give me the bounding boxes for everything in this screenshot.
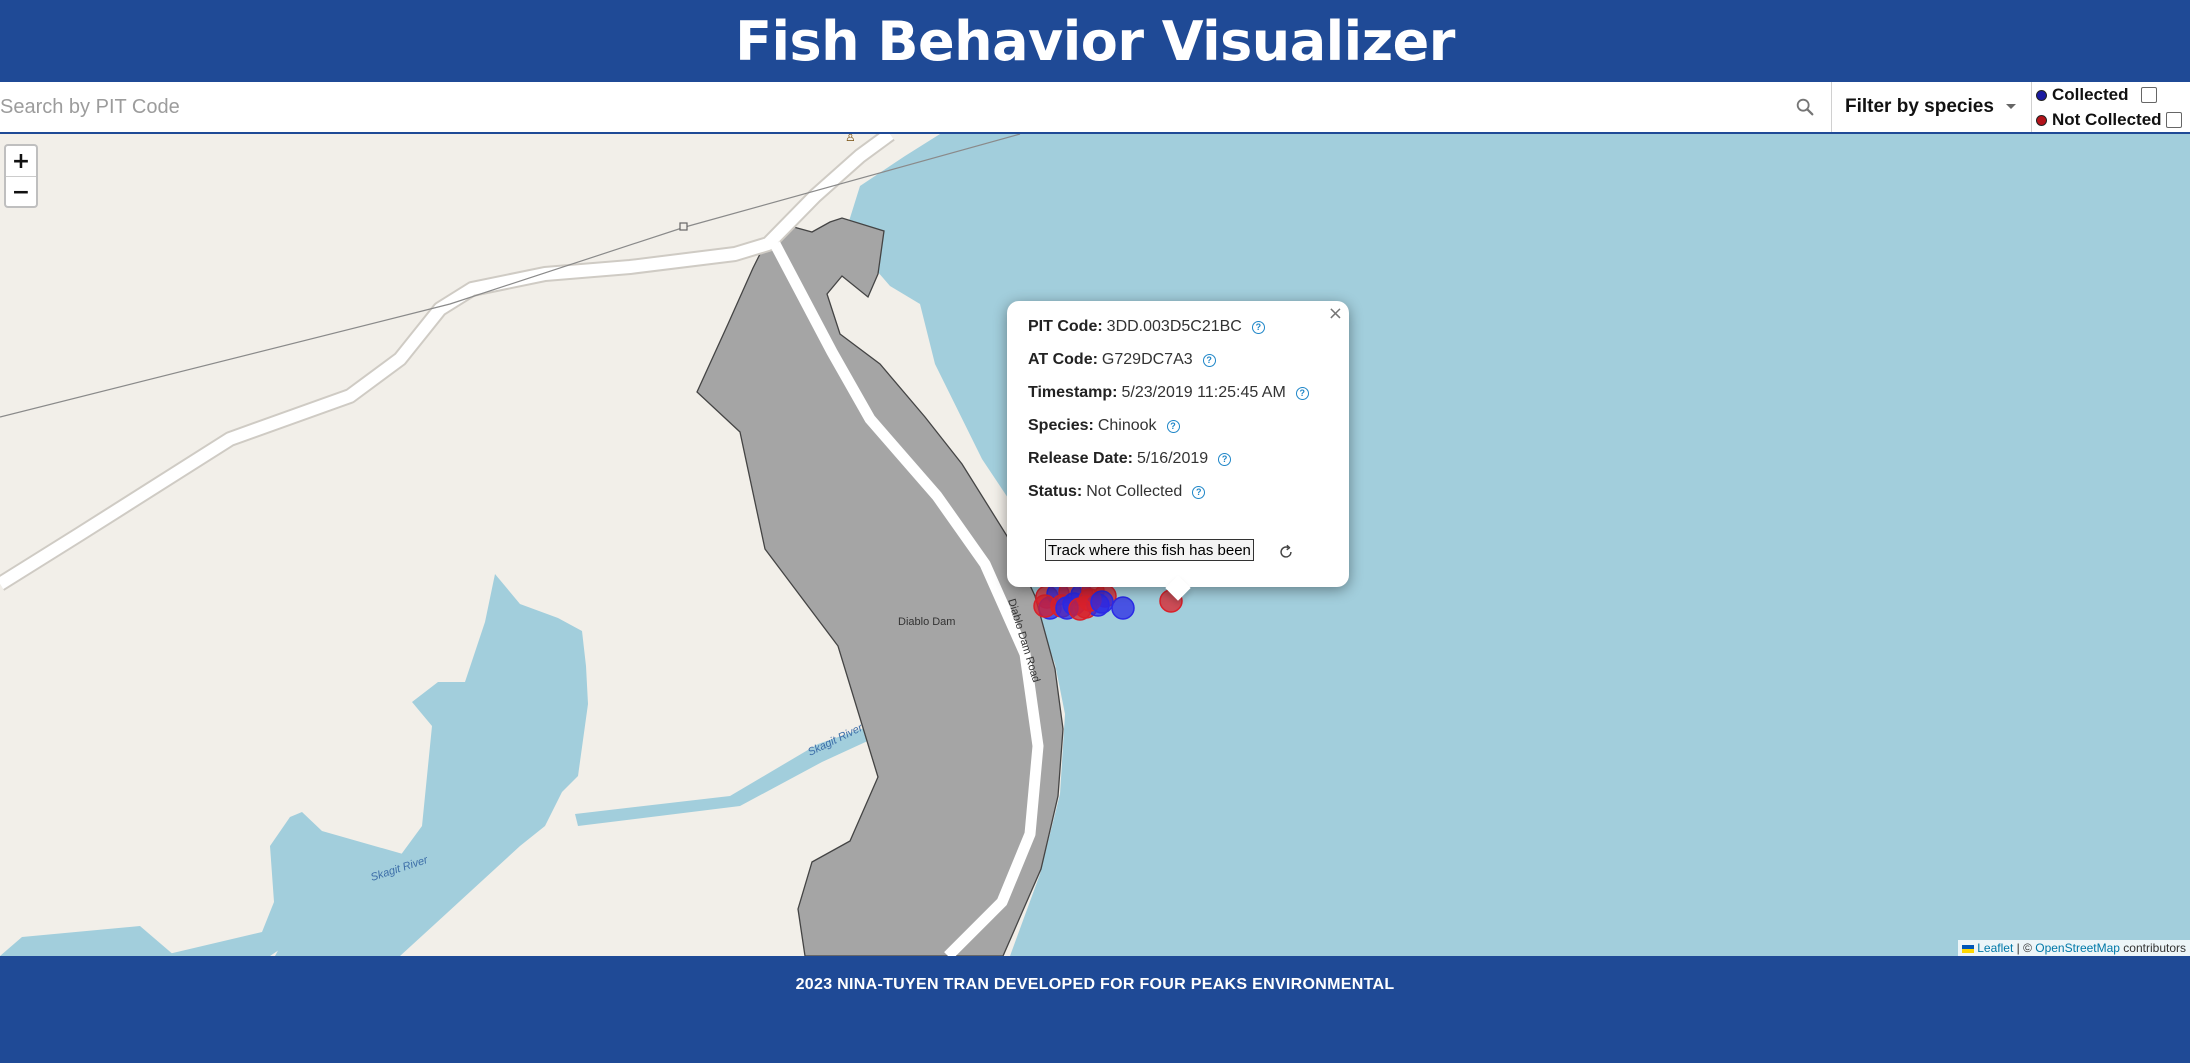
timestamp-row: Timestamp: 5/23/2019 11:25:45 AM ? <box>1028 384 1309 402</box>
species-value: Chinook <box>1097 417 1157 434</box>
at-code-label: AT Code: <box>1028 351 1098 368</box>
release-date-row: Release Date: 5/16/2019 ? <box>1028 450 1232 468</box>
search-icon[interactable] <box>1794 96 1816 118</box>
refresh-icon[interactable] <box>1277 543 1295 561</box>
not-collected-dot-icon <box>2036 114 2047 126</box>
dam-label: Diablo Dam <box>898 616 955 628</box>
fish-marker-collected[interactable] <box>1111 596 1135 620</box>
at-code-value: G729DC7A3 <box>1101 351 1193 368</box>
zoom-out-button[interactable]: − <box>6 177 36 206</box>
power-tower-marker <box>679 222 688 231</box>
help-icon[interactable]: ? <box>1192 485 1206 499</box>
at-code-row: AT Code: G729DC7A3 ? <box>1028 351 1216 369</box>
status-label: Status: <box>1028 483 1083 500</box>
ukraine-flag-icon <box>1962 944 1975 953</box>
legend-label-not-collected: Not Collected <box>2052 110 2162 129</box>
openstreetmap-link[interactable]: OpenStreetMap <box>2035 941 2120 955</box>
fish-marker-not-collected[interactable] <box>1033 594 1057 618</box>
collected-dot-icon <box>2036 89 2047 101</box>
status-row: Status: Not Collected ? <box>1028 483 1206 501</box>
track-fish-button[interactable]: Track where this fish has been <box>1045 539 1254 561</box>
pit-code-label: PIT Code: <box>1028 318 1103 335</box>
legend-item-collected: Collected <box>2036 83 2129 107</box>
help-icon[interactable]: ? <box>1251 320 1265 334</box>
zoom-in-button[interactable]: + <box>6 146 36 177</box>
species-label: Species: <box>1028 417 1094 434</box>
timestamp-value: 5/23/2019 11:25:45 AM <box>1121 384 1286 401</box>
zoom-control: + − <box>4 144 38 208</box>
status-legend: Collected Not Collected <box>2034 82 2190 132</box>
collected-checkbox[interactable] <box>2141 87 2157 103</box>
map-attribution: Leaflet | © OpenStreetMap contributors <box>1958 940 2190 956</box>
species-row: Species: Chinook ? <box>1028 417 1180 435</box>
poi-icon: ♙ <box>845 134 856 144</box>
legend-item-not-collected: Not Collected <box>2036 108 2162 132</box>
species-filter-label: Filter by species <box>1845 96 1994 117</box>
release-date-label: Release Date: <box>1028 450 1133 467</box>
species-filter-select[interactable]: Filter by species <box>1832 82 2030 132</box>
app-footer: 2023 NINA-TUYEN TRAN DEVELOPED FOR FOUR … <box>0 956 2190 1063</box>
help-icon[interactable]: ? <box>1166 419 1180 433</box>
search-input[interactable] <box>0 82 1790 132</box>
status-value: Not Collected <box>1086 483 1183 500</box>
fish-marker-collected[interactable] <box>1090 590 1114 614</box>
chevron-down-icon <box>2006 104 2016 109</box>
footer-credit: 2023 NINA-TUYEN TRAN DEVELOPED FOR FOUR … <box>795 976 1395 993</box>
attribution-suffix: contributors <box>2119 941 2186 955</box>
pit-code-row: PIT Code: 3DD.003D5C21BC ? <box>1028 318 1265 336</box>
fish-info-popup: × PIT Code: 3DD.003D5C21BC ? AT Code: G7… <box>1007 301 1349 601</box>
leaflet-link[interactable]: Leaflet <box>1977 941 2013 955</box>
legend-label-collected: Collected <box>2052 85 2129 104</box>
not-collected-checkbox[interactable] <box>2166 112 2182 128</box>
timestamp-label: Timestamp: <box>1028 384 1118 401</box>
page-title: Fish Behavior Visualizer <box>735 9 1455 73</box>
toolbar-divider <box>2031 82 2032 132</box>
release-date-value: 5/16/2019 <box>1136 450 1209 467</box>
pit-code-value: 3DD.003D5C21BC <box>1106 318 1242 335</box>
attribution-separator: | © <box>2013 941 2036 955</box>
toolbar: Filter by species Collected Not Collecte… <box>0 82 2190 134</box>
close-icon[interactable]: × <box>1328 303 1343 324</box>
app-header: Fish Behavior Visualizer <box>0 0 2190 82</box>
help-icon[interactable]: ? <box>1295 386 1309 400</box>
help-icon[interactable]: ? <box>1218 452 1232 466</box>
help-icon[interactable]: ? <box>1202 353 1216 367</box>
